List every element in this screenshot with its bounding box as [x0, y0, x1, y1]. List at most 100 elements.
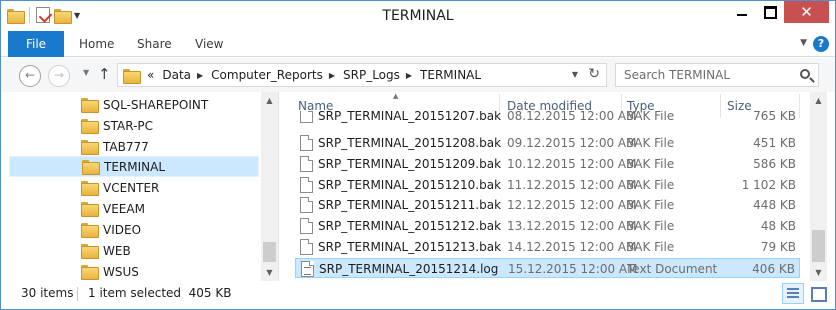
- tab-view[interactable]: View: [195, 31, 223, 57]
- folder-icon: [123, 68, 141, 84]
- tree-item-wsus[interactable]: WSUS: [9, 261, 259, 282]
- scroll-up-icon[interactable]: ▲: [261, 92, 278, 109]
- scrollbar-thumb[interactable]: [812, 230, 825, 262]
- scroll-down-icon[interactable]: ▼: [261, 264, 278, 281]
- search-input[interactable]: Search TERMINAL: [615, 63, 819, 87]
- tab-share[interactable]: Share: [137, 31, 172, 57]
- window-controls: ✕: [728, 1, 829, 23]
- refresh-icon[interactable]: ↻: [588, 66, 600, 82]
- file-icon: [300, 156, 313, 172]
- breadcrumb-computer-reports[interactable]: Computer_Reports: [211, 68, 323, 82]
- file-size: 586 KB: [753, 157, 796, 171]
- file-name: SRP_TERMINAL_20151209.bak: [318, 157, 502, 171]
- expand-ribbon-chevron-icon[interactable]: ▼: [800, 38, 807, 48]
- file-type: BAK File: [626, 219, 675, 233]
- details-view-button[interactable]: [782, 283, 804, 304]
- file-icon: [300, 111, 313, 123]
- breadcrumb-chevron-icon[interactable]: ▶: [406, 71, 412, 80]
- tree-item-label: TAB777: [103, 139, 149, 154]
- file-row[interactable]: SRP_TERMINAL_20151210.bak 11.12.2015 12:…: [295, 175, 800, 195]
- tree-item-label: STAR-PC: [103, 118, 154, 133]
- scroll-up-icon[interactable]: ▲: [810, 92, 827, 109]
- tree-item-label: SQL-SHAREPOINT: [103, 97, 209, 112]
- forward-button[interactable]: →: [48, 65, 70, 87]
- file-date-modified: 14.12.2015 12:00 AM: [507, 240, 637, 254]
- file-type: BAK File: [626, 178, 675, 192]
- tree-item-web[interactable]: WEB: [9, 240, 259, 261]
- file-size: 765 KB: [753, 111, 796, 123]
- back-button[interactable]: ←: [19, 65, 41, 87]
- file-icon: [300, 135, 313, 151]
- close-button[interactable]: ✕: [784, 1, 829, 23]
- file-size: 1 102 KB: [741, 178, 796, 192]
- file-date-modified: 13.12.2015 12:00 AM: [507, 219, 637, 233]
- selection-info: 1 item selected 405 KB: [88, 286, 232, 300]
- tree-item-label: VCENTER: [103, 180, 160, 195]
- file-list-scrollbar[interactable]: ▲ ▼: [810, 92, 827, 281]
- file-date-modified: 10.12.2015 12:00 AM: [507, 157, 637, 171]
- tree-item-label: WSUS: [103, 264, 139, 279]
- file-icon: [300, 177, 313, 193]
- search-icon[interactable]: [800, 69, 810, 79]
- address-bar[interactable]: « Data ▶ Computer_Reports ▶ SRP_Logs ▶ T…: [117, 63, 607, 87]
- tree-item-star-pc[interactable]: STAR-PC: [9, 115, 259, 136]
- file-date-modified: 15.12.2015 12:00 AM: [508, 262, 638, 276]
- file-name: SRP_TERMINAL_20151212.bak: [318, 219, 502, 233]
- sort-ascending-icon: ▲: [393, 92, 399, 100]
- file-type: BAK File: [626, 136, 675, 150]
- breadcrumb-terminal[interactable]: TERMINAL: [420, 68, 481, 82]
- tree-item-sql-sharepoint[interactable]: SQL-SHAREPOINT: [9, 94, 259, 115]
- file-row[interactable]: SRP_TERMINAL_20151212.bak 13.12.2015 12:…: [295, 216, 800, 236]
- minimize-button[interactable]: [728, 1, 756, 23]
- recent-locations-dropdown-icon[interactable]: ▼: [83, 68, 89, 77]
- tree-item-terminal[interactable]: TERMINAL: [9, 156, 259, 177]
- file-list: ▲ Name Date modified Type Size SRP_TERMI…: [280, 92, 835, 281]
- file-type: BAK File: [626, 240, 675, 254]
- breadcrumb-data[interactable]: Data: [162, 68, 191, 82]
- navigation-pane-scrollbar[interactable]: ▲ ▼: [261, 92, 278, 281]
- tree-item-vcenter[interactable]: VCENTER: [9, 177, 259, 198]
- folder-icon: [81, 140, 99, 155]
- tree-item-label: WEB: [103, 243, 131, 258]
- file-row[interactable]: SRP_TERMINAL_20151211.bak 12.12.2015 12:…: [295, 195, 800, 215]
- scrollbar-thumb[interactable]: [263, 242, 276, 262]
- file-name: SRP_TERMINAL_20151213.bak: [318, 240, 502, 254]
- scroll-down-icon[interactable]: ▼: [810, 264, 827, 281]
- file-row[interactable]: SRP_TERMINAL_20151209.bak 10.12.2015 12:…: [295, 154, 800, 174]
- tree-item-label: VIDEO: [103, 222, 142, 237]
- text-file-icon: [301, 261, 314, 277]
- status-divider: [77, 287, 78, 301]
- breadcrumb-chevron-icon[interactable]: ▶: [197, 71, 203, 80]
- tree-item-veeam[interactable]: VEEAM: [9, 198, 259, 219]
- status-bar: 30 items 1 item selected 405 KB: [1, 281, 835, 309]
- tree-item-tab777[interactable]: TAB777: [9, 136, 259, 157]
- tab-home[interactable]: Home: [79, 31, 114, 57]
- help-icon[interactable]: ?: [813, 36, 829, 52]
- folder-icon: [82, 160, 100, 175]
- search-placeholder: Search TERMINAL: [624, 68, 731, 82]
- breadcrumb-overflow[interactable]: «: [147, 68, 154, 82]
- tree-item-label: TERMINAL: [104, 159, 166, 174]
- file-row[interactable]: SRP_TERMINAL_20151208.bak 09.12.2015 12:…: [295, 133, 800, 153]
- folder-icon: [81, 119, 99, 134]
- item-count: 30 items: [21, 286, 74, 300]
- explorer-window: ▼ TERMINAL ✕ File Home Share View ▼ ? ← …: [0, 0, 836, 310]
- breadcrumb-chevron-icon[interactable]: ▶: [329, 71, 335, 80]
- window-title: TERMINAL: [382, 8, 454, 24]
- maximize-button[interactable]: [756, 1, 784, 23]
- file-date-modified: 12.12.2015 12:00 AM: [507, 198, 637, 212]
- file-name: SRP_TERMINAL_20151210.bak: [318, 178, 502, 192]
- file-icon: [300, 218, 313, 234]
- file-row[interactable]: SRP_TERMINAL_20151213.bak 14.12.2015 12:…: [295, 237, 800, 257]
- tree-item-label: VEEAM: [103, 201, 145, 216]
- file-row[interactable]: SRP_TERMINAL_20151207.bak 08.12.2015 12:…: [295, 111, 800, 127]
- up-arrow-icon[interactable]: ↑: [98, 65, 111, 83]
- tree-item-video[interactable]: VIDEO: [9, 219, 259, 240]
- address-dropdown-icon[interactable]: ▼: [572, 70, 578, 79]
- breadcrumb-srp-logs[interactable]: SRP_Logs: [343, 68, 400, 82]
- navigation-pane: SQL-SHAREPOINT STAR-PC TAB777 TERMINAL V…: [1, 92, 279, 281]
- folder-icon: [81, 98, 99, 113]
- large-icons-view-button[interactable]: [807, 283, 829, 304]
- file-row-selected[interactable]: SRP_TERMINAL_20151214.log 15.12.2015 12:…: [295, 258, 800, 278]
- tab-file[interactable]: File: [8, 31, 64, 57]
